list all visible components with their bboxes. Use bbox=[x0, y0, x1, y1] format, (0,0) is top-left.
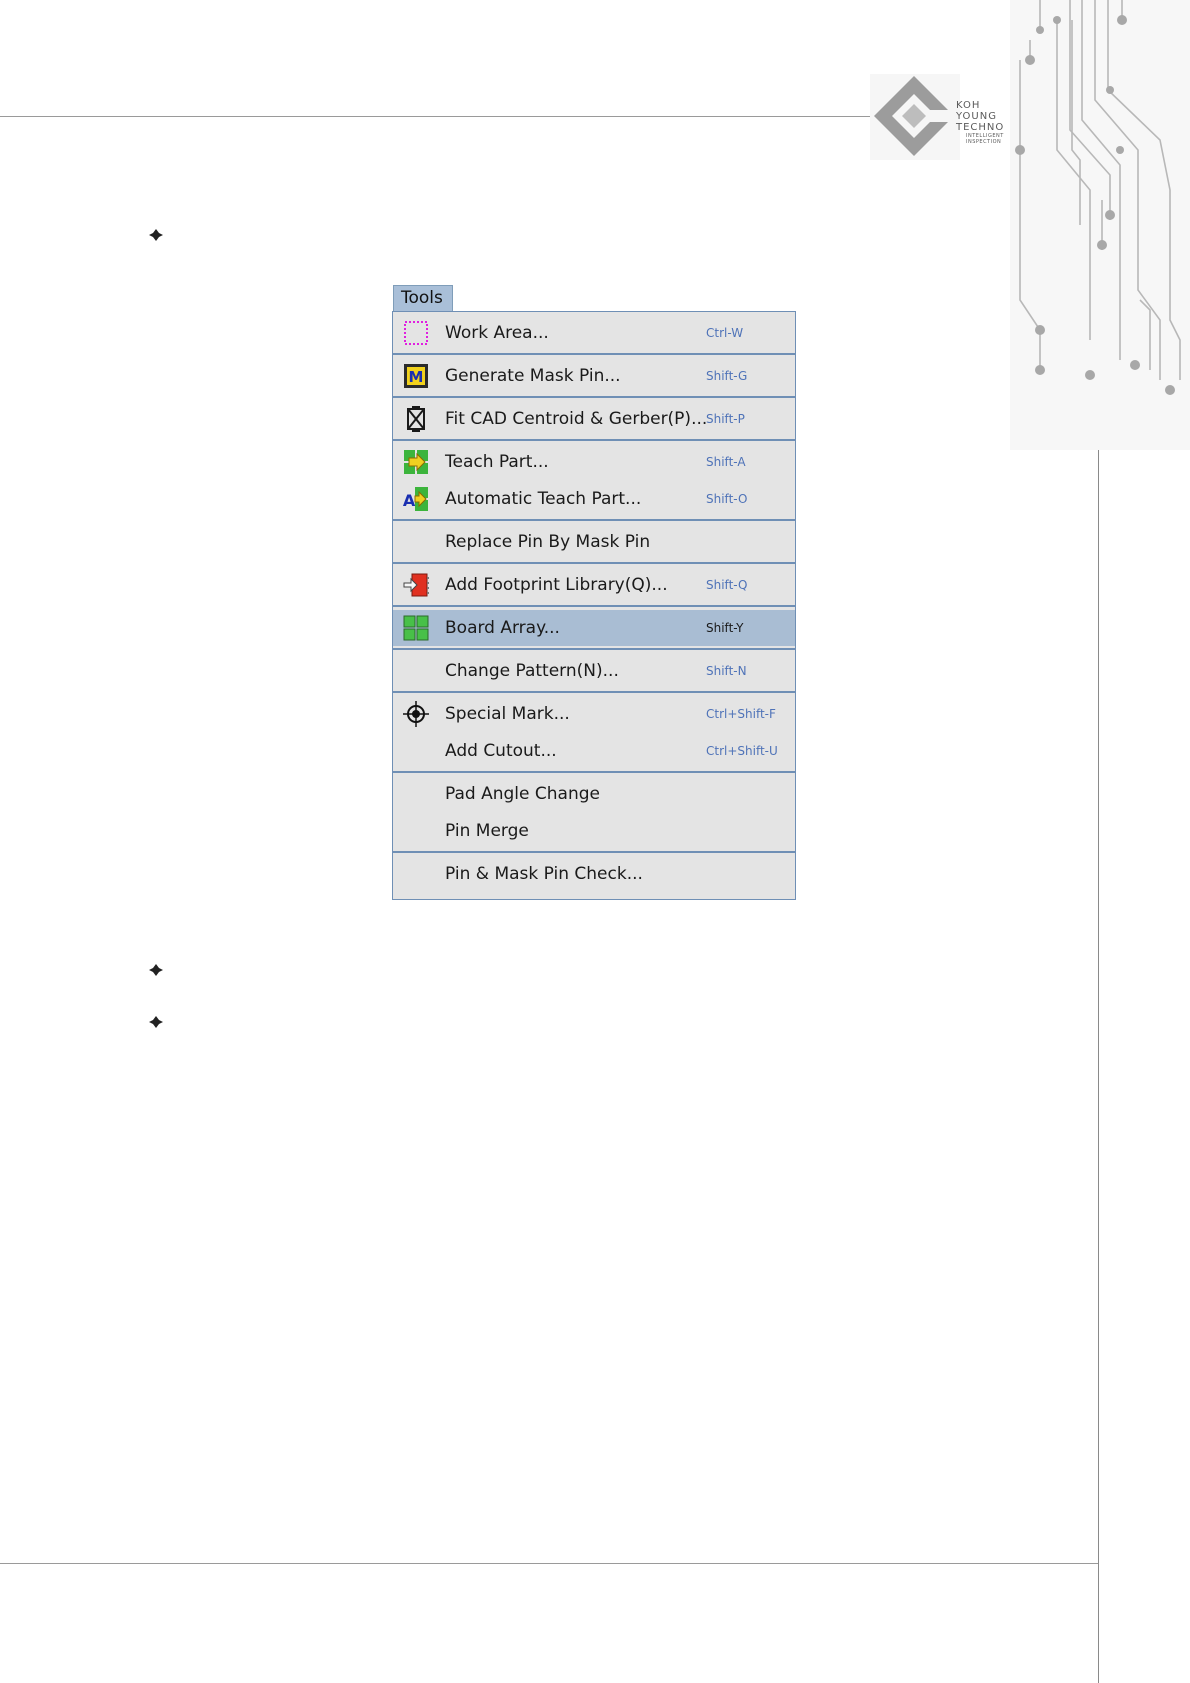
menu-item-pin-merge[interactable]: Pin Merge bbox=[393, 813, 795, 849]
menu-item-generate-mask-pin[interactable]: M Generate Mask Pin... Shift-G bbox=[393, 358, 795, 394]
menu-item-fit-cad[interactable]: Fit CAD Centroid & Gerber(P)... Shift-P bbox=[393, 401, 795, 437]
margin-rule bbox=[1098, 364, 1099, 1683]
bullet-arrow-icon bbox=[149, 964, 163, 976]
circuit-decoration bbox=[1010, 0, 1190, 450]
company-logo: KOH YOUNG TECHNO INTELLIGENT INSPECTION bbox=[870, 74, 1016, 160]
svg-text:A: A bbox=[403, 491, 416, 510]
fit-cad-icon bbox=[407, 406, 425, 432]
tools-menu-title[interactable]: Tools bbox=[393, 285, 453, 311]
menu-separator bbox=[393, 439, 795, 441]
menu-separator bbox=[393, 605, 795, 607]
tools-dropdown-menu: Work Area... Ctrl-W M Generate Mask Pin.… bbox=[392, 311, 796, 900]
bullet-arrow-icon bbox=[149, 229, 163, 241]
menu-item-pad-angle-change[interactable]: Pad Angle Change bbox=[393, 776, 795, 812]
work-area-icon bbox=[404, 321, 428, 345]
menu-separator bbox=[393, 353, 795, 355]
menu-separator bbox=[393, 691, 795, 693]
bullet-arrow-icon bbox=[149, 1016, 163, 1028]
menu-item-add-cutout[interactable]: Add Cutout... Ctrl+Shift-U bbox=[393, 733, 795, 769]
menu-separator bbox=[393, 396, 795, 398]
menu-item-pin-mask-pin-check[interactable]: Pin & Mask Pin Check... bbox=[393, 856, 795, 892]
menu-item-board-array[interactable]: Board Array... Shift-Y bbox=[393, 610, 795, 646]
logo-wordmark: KOH YOUNG TECHNO INTELLIGENT INSPECTION bbox=[956, 100, 1005, 145]
menu-item-add-footprint-library[interactable]: Add Footprint Library(Q)... Shift-Q bbox=[393, 567, 795, 603]
menu-item-replace-pin[interactable]: Replace Pin By Mask Pin bbox=[393, 524, 795, 560]
menu-item-change-pattern[interactable]: Change Pattern(N)... Shift-N bbox=[393, 653, 795, 689]
menu-separator bbox=[393, 562, 795, 564]
header-rule bbox=[0, 116, 872, 117]
footprint-library-icon bbox=[403, 573, 429, 597]
mask-pin-icon: M bbox=[404, 364, 428, 388]
menu-separator bbox=[393, 771, 795, 773]
menu-separator bbox=[393, 519, 795, 521]
menu-separator bbox=[393, 851, 795, 853]
teach-part-icon bbox=[404, 450, 428, 474]
auto-teach-icon: A bbox=[403, 487, 428, 511]
board-array-icon bbox=[403, 615, 429, 641]
footer-rule bbox=[0, 1563, 1099, 1564]
menu-item-automatic-teach-part[interactable]: A Automatic Teach Part... Shift-O bbox=[393, 481, 795, 517]
menu-separator bbox=[393, 648, 795, 650]
menu-item-special-mark[interactable]: Special Mark... Ctrl+Shift-F bbox=[393, 696, 795, 732]
svg-text:M: M bbox=[409, 368, 424, 386]
crosshair-icon bbox=[403, 701, 429, 727]
menu-item-teach-part[interactable]: Teach Part... Shift-A bbox=[393, 444, 795, 480]
menu-item-work-area[interactable]: Work Area... Ctrl-W bbox=[393, 315, 795, 351]
